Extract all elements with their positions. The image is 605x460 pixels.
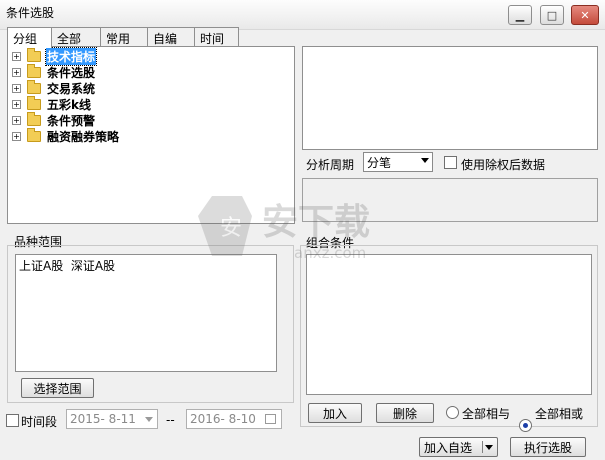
maximize-icon: □ — [546, 8, 558, 22]
combo-condition-list[interactable] — [306, 254, 592, 395]
folder-icon — [27, 111, 41, 126]
close-icon: ✕ — [580, 8, 590, 22]
expand-icon[interactable]: + — [12, 51, 21, 61]
tree-item-label: 融资融券策略 — [47, 129, 120, 144]
maximize-button[interactable]: □ — [540, 5, 564, 25]
tree-item-trading-system[interactable]: + 交易系统 — [12, 79, 96, 96]
chevron-down-icon[interactable] — [485, 445, 493, 450]
expand-icon[interactable]: + — [12, 99, 21, 109]
and-all-radio[interactable] — [446, 406, 459, 419]
use-adjusted-checkbox[interactable] — [444, 156, 457, 169]
timespan-checkbox[interactable] — [6, 414, 19, 427]
or-all-label: 全部相或 — [535, 407, 584, 421]
tree-item-label: 五彩k线 — [47, 97, 91, 112]
tab-time[interactable]: 时间 — [194, 27, 239, 47]
or-all-radio[interactable] — [519, 419, 532, 432]
expand-icon[interactable]: + — [12, 115, 21, 125]
tab-group[interactable]: 分组 — [7, 27, 52, 48]
expand-icon[interactable]: + — [12, 131, 21, 141]
formula-tree[interactable]: + 技术指标 + 条件选股 + 交易系统 + 五彩k线 + 条件预警 + 融资融… — [7, 46, 295, 224]
use-adjusted-label: 使用除权后数据 — [461, 158, 546, 172]
tree-item-alert[interactable]: + 条件预警 — [12, 111, 96, 128]
folder-icon — [27, 127, 41, 142]
period-label: 分析周期 — [306, 158, 355, 172]
expand-icon[interactable]: + — [12, 67, 21, 77]
chevron-down-icon — [145, 417, 153, 422]
period-select[interactable]: 分笔 — [363, 152, 433, 172]
add-favorites-label: 加入自选 — [424, 440, 473, 455]
select-range-button[interactable]: 选择范围 — [21, 378, 94, 398]
tree-item-label: 条件选股 — [47, 65, 96, 80]
category-tabs: 分组 全部 常用 自编 时间 — [7, 27, 239, 48]
tab-custom[interactable]: 自编 — [147, 27, 195, 47]
end-date-value: 2016- 8-10 — [190, 412, 256, 426]
expand-icon[interactable]: + — [12, 83, 21, 93]
tree-item-tech-indicator[interactable]: + 技术指标 — [12, 46, 98, 66]
folder-icon — [27, 63, 41, 78]
tree-item-color-kline[interactable]: + 五彩k线 — [12, 95, 92, 112]
timespan-label: 时间段 — [21, 415, 58, 429]
calendar-icon[interactable] — [265, 414, 276, 424]
chevron-down-icon — [421, 158, 429, 163]
minimize-icon: ▁ — [515, 8, 525, 22]
tab-all[interactable]: 全部 — [51, 27, 101, 47]
tree-item-margin-strategy[interactable]: + 融资融券策略 — [12, 127, 120, 144]
add-condition-button[interactable]: 加入 — [308, 403, 362, 423]
folder-icon — [27, 47, 41, 62]
formula-description — [302, 46, 598, 150]
tree-item-label: 条件预警 — [47, 113, 96, 128]
date-separator: -- — [166, 413, 175, 427]
tree-item-label: 交易系统 — [47, 81, 96, 96]
window-title: 条件选股 — [6, 6, 55, 20]
delete-condition-button[interactable]: 删除 — [376, 403, 434, 423]
run-selection-button[interactable]: 执行选股 — [510, 437, 586, 457]
start-date-picker[interactable]: 2015- 8-11 — [66, 409, 158, 429]
and-all-label: 全部相与 — [462, 407, 511, 421]
tab-common[interactable]: 常用 — [100, 27, 148, 47]
close-button[interactable]: ✕ — [571, 5, 599, 25]
folder-icon — [27, 79, 41, 94]
range-items: 上证A股 深证A股 — [19, 259, 116, 273]
add-favorites-button[interactable]: 加入自选 — [419, 437, 498, 457]
range-list[interactable]: 上证A股 深证A股 — [15, 254, 277, 372]
folder-icon — [27, 95, 41, 110]
tree-item-label: 技术指标 — [44, 46, 98, 66]
end-date-picker[interactable]: 2016- 8-10 — [186, 409, 282, 429]
tree-item-condition[interactable]: + 条件选股 — [12, 63, 96, 80]
start-date-value: 2015- 8-11 — [70, 412, 136, 426]
minimize-button[interactable]: ▁ — [508, 5, 532, 25]
period-value: 分笔 — [367, 155, 392, 170]
parameter-area — [302, 178, 598, 222]
